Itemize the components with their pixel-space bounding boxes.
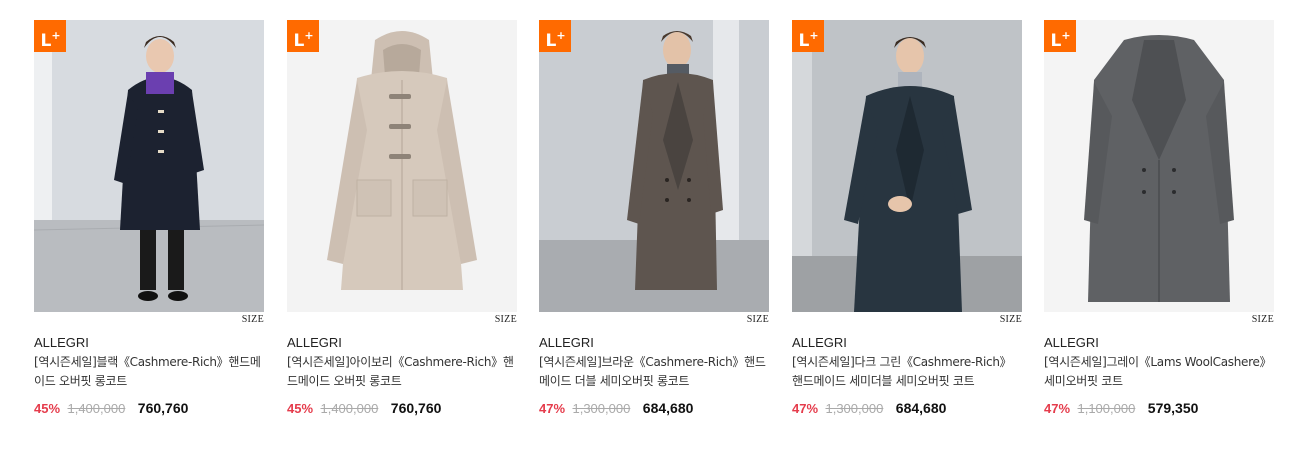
product-image[interactable]: L+ — [287, 20, 517, 312]
product-card[interactable]: L+ SIZE ALLEGRI [역시즌세일]브라운《Cashmere-Rich… — [539, 20, 769, 417]
lplus-badge-icon: L+ — [1044, 20, 1076, 52]
size-link[interactable]: SIZE — [1252, 314, 1274, 325]
price-row: 47% 1,300,000 684,680 — [539, 399, 769, 417]
product-brand[interactable]: ALLEGRI — [792, 334, 1022, 352]
sale-price: 684,680 — [895, 400, 947, 416]
lplus-badge-icon: L+ — [792, 20, 824, 52]
model-black-duffle-coat-photo — [34, 20, 264, 312]
ivory-duffle-coat-photo — [287, 20, 517, 312]
size-link[interactable]: SIZE — [1000, 314, 1022, 325]
product-brand[interactable]: ALLEGRI — [34, 334, 264, 352]
product-image[interactable]: L+ — [34, 20, 264, 312]
product-image[interactable]: L+ — [539, 20, 769, 312]
original-price: 1,300,000 — [572, 401, 631, 416]
sale-price: 579,350 — [1147, 400, 1199, 416]
discount-rate: 45% — [34, 401, 61, 416]
product-card[interactable]: L+ SIZE ALLEGRI [역시즌세일]다크 그린《Cashmere-Ri… — [792, 20, 1022, 417]
discount-rate: 45% — [287, 401, 314, 416]
product-card[interactable]: L+ SIZE ALLEGRI [역시즌세일]아이보리《Cashmere-Ric… — [287, 20, 517, 417]
sale-price: 760,760 — [137, 400, 189, 416]
discount-rate: 47% — [539, 401, 566, 416]
product-image[interactable]: L+ — [1044, 20, 1274, 312]
product-name[interactable]: [역시즌세일]다크 그린《Cashmere-Rich》핸드메이드 세미더블 세미… — [792, 353, 1022, 391]
sale-price: 684,680 — [642, 400, 694, 416]
price-row: 47% 1,300,000 684,680 — [792, 399, 1022, 417]
product-card[interactable]: L+ SIZE ALLEGRI [역시즌세일]그레이《Lams WoolCash… — [1044, 20, 1274, 417]
original-price: 1,400,000 — [320, 401, 379, 416]
model-brown-coat-photo — [539, 20, 769, 312]
product-name[interactable]: [역시즌세일]그레이《Lams WoolCashere》세미오버핏 코트 — [1044, 353, 1274, 391]
discount-rate: 47% — [792, 401, 819, 416]
product-image[interactable]: L+ — [792, 20, 1022, 312]
lplus-badge-icon: L+ — [287, 20, 319, 52]
price-row: 47% 1,100,000 579,350 — [1044, 399, 1274, 417]
size-link[interactable]: SIZE — [242, 314, 264, 325]
grey-coat-photo — [1044, 20, 1274, 312]
product-brand[interactable]: ALLEGRI — [1044, 334, 1274, 352]
model-dark-green-coat-photo — [792, 20, 1022, 312]
original-price: 1,100,000 — [1077, 401, 1136, 416]
price-row: 45% 1,400,000 760,760 — [34, 399, 264, 417]
size-link[interactable]: SIZE — [747, 314, 769, 325]
lplus-badge-icon: L+ — [539, 20, 571, 52]
product-name[interactable]: [역시즌세일]블랙《Cashmere-Rich》핸드메이드 오버핏 롱코트 — [34, 353, 264, 391]
size-link[interactable]: SIZE — [495, 314, 517, 325]
product-name[interactable]: [역시즌세일]브라운《Cashmere-Rich》핸드메이드 더블 세미오버핏 … — [539, 353, 769, 391]
product-grid: L+ SIZE ALLEGRI [역시즌세일]블랙《Cashmere-Rich》… — [0, 0, 1289, 462]
price-row: 45% 1,400,000 760,760 — [287, 399, 517, 417]
lplus-badge-icon: L+ — [34, 20, 66, 52]
product-card[interactable]: L+ SIZE ALLEGRI [역시즌세일]블랙《Cashmere-Rich》… — [34, 20, 264, 417]
product-name[interactable]: [역시즌세일]아이보리《Cashmere-Rich》핸드메이드 오버핏 롱코트 — [287, 353, 517, 391]
discount-rate: 47% — [1044, 401, 1071, 416]
sale-price: 760,760 — [390, 400, 442, 416]
product-brand[interactable]: ALLEGRI — [539, 334, 769, 352]
original-price: 1,300,000 — [825, 401, 884, 416]
product-brand[interactable]: ALLEGRI — [287, 334, 517, 352]
original-price: 1,400,000 — [67, 401, 126, 416]
